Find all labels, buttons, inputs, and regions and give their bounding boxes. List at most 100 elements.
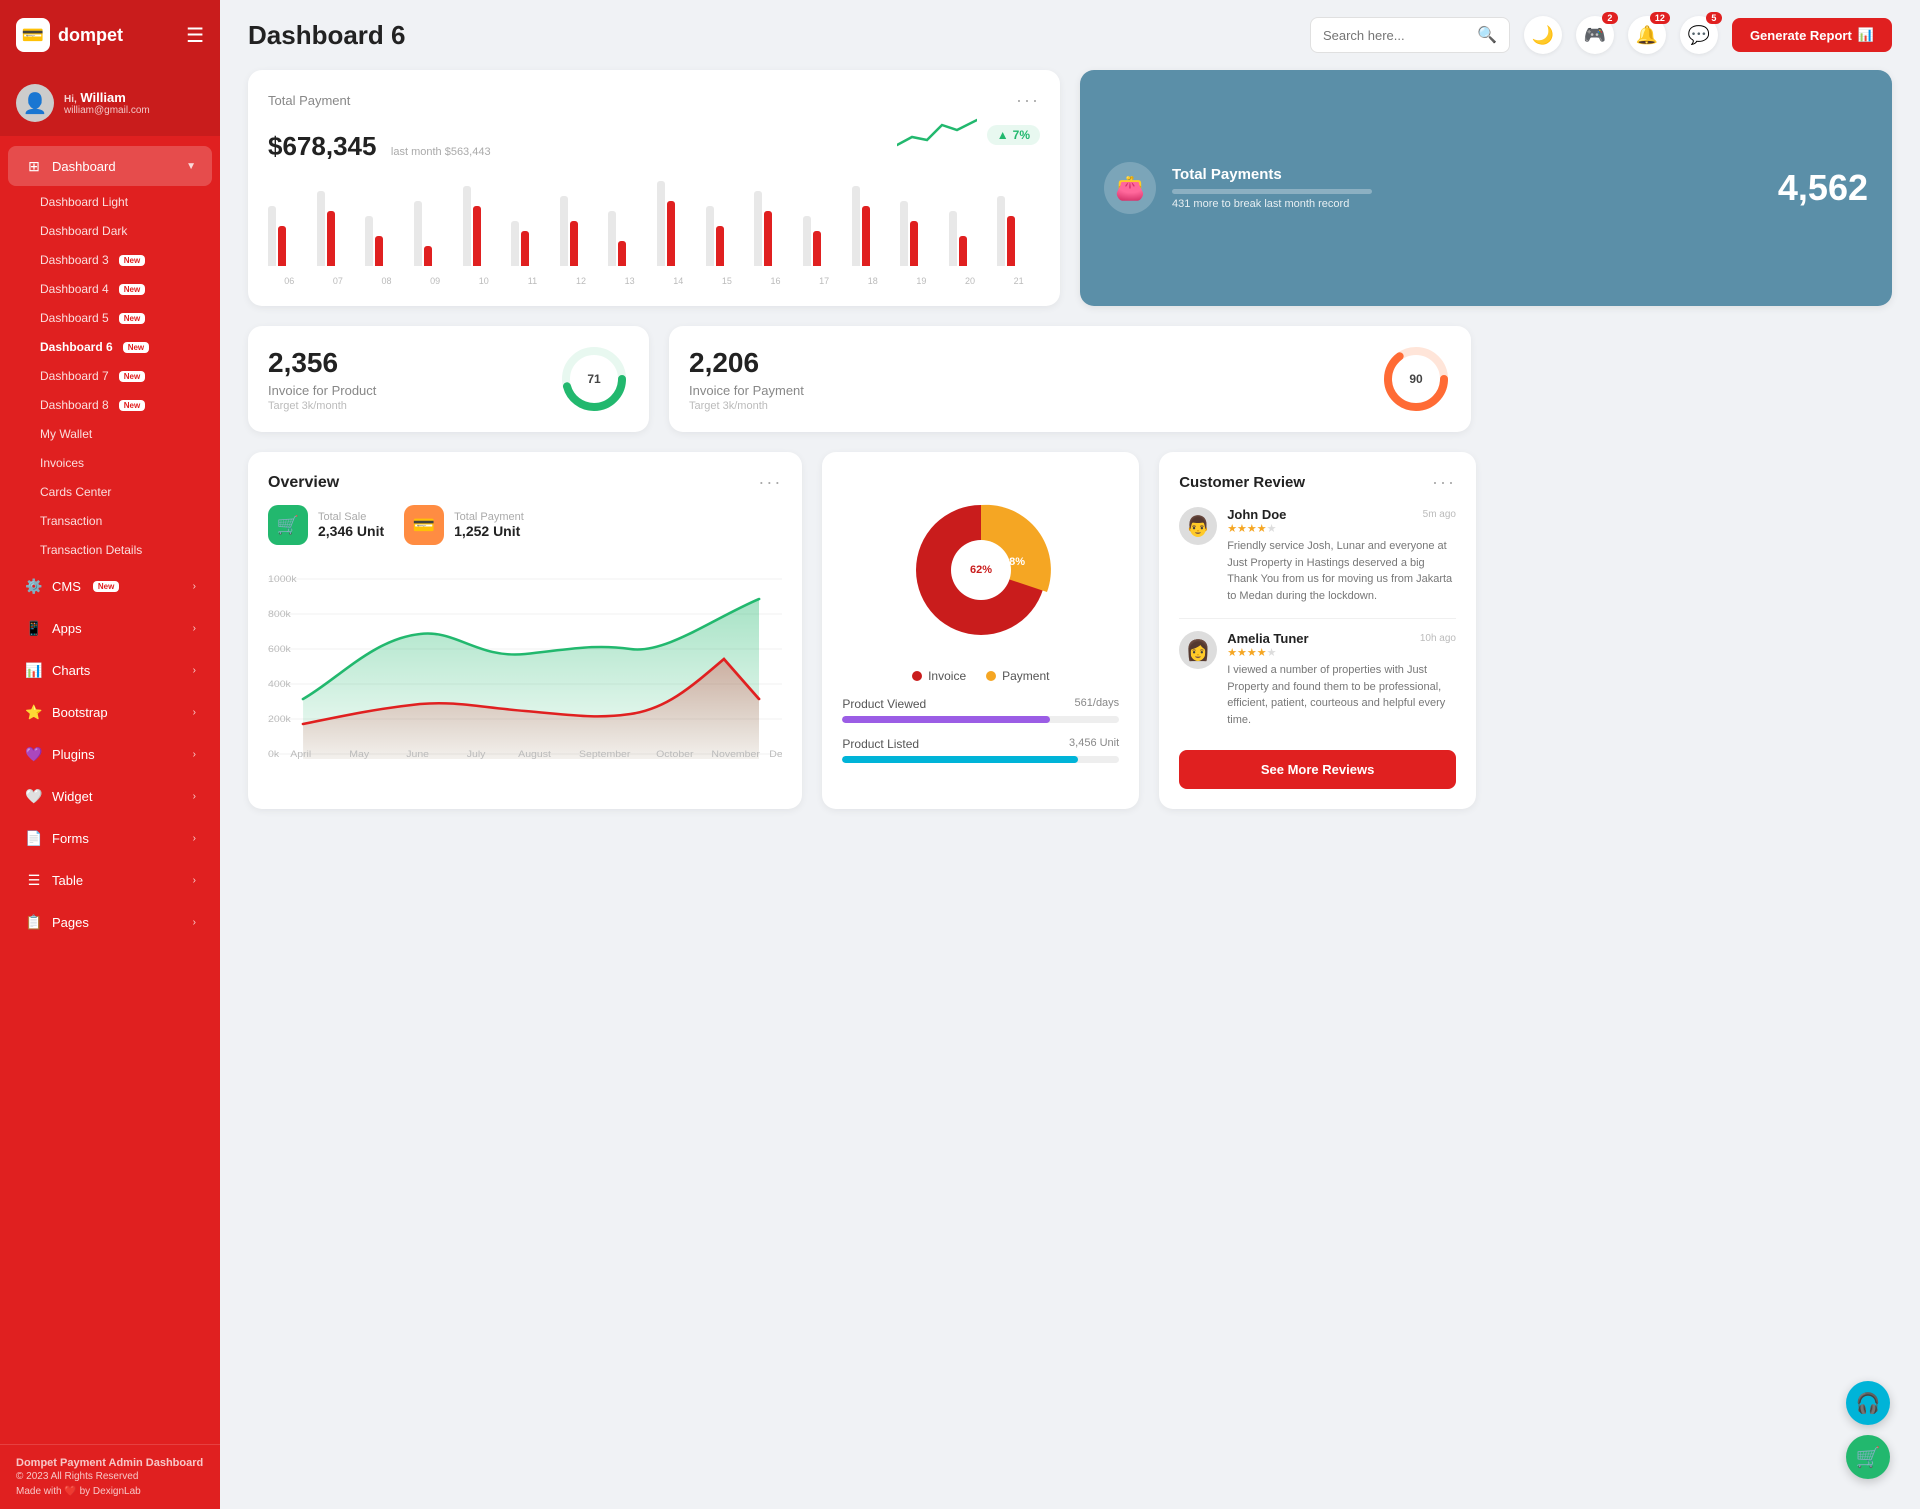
- subnav-transaction[interactable]: Transaction: [24, 507, 212, 535]
- svg-text:May: May: [349, 750, 369, 759]
- widget-icon: 🤍: [24, 786, 44, 806]
- subnav-cards-center[interactable]: Cards Center: [24, 478, 212, 506]
- bar-x-label: 17: [803, 276, 846, 286]
- overview-more-button[interactable]: ···: [758, 472, 782, 493]
- sidebar: 💳 dompet ☰ 👤 Hi, William william@gmail.c…: [0, 0, 220, 1509]
- subnav-dashboard-7[interactable]: Dashboard 7 New: [24, 362, 212, 390]
- chevron-right-icon: ›: [193, 791, 196, 802]
- chevron-down-icon: ▼: [186, 161, 196, 172]
- footer-made: Made with ❤️ by DexignLab: [16, 1486, 204, 1497]
- subnav-transaction-details[interactable]: Transaction Details: [24, 536, 212, 564]
- subnav-dashboard-dark[interactable]: Dashboard Dark: [24, 217, 212, 245]
- see-more-reviews-button[interactable]: See More Reviews: [1179, 750, 1456, 789]
- generate-report-button[interactable]: Generate Report 📊: [1732, 18, 1892, 52]
- sidebar-logo: 💳 dompet ☰: [0, 0, 220, 70]
- notifications-badge: 12: [1650, 12, 1670, 24]
- donut-percent: 90: [1409, 372, 1422, 386]
- svg-text:August: August: [518, 750, 551, 759]
- page-title: Dashboard 6: [248, 20, 406, 51]
- svg-text:July: July: [467, 750, 486, 759]
- sidebar-item-charts[interactable]: 📊 Charts ›: [8, 650, 212, 690]
- sidebar-item-cms[interactable]: ⚙️ CMS New ›: [8, 566, 212, 606]
- sidebar-item-plugins[interactable]: 💜 Plugins ›: [8, 734, 212, 774]
- bar-group: [414, 201, 457, 266]
- total-payment-icon: 💳: [404, 505, 444, 545]
- chevron-right-icon: ›: [193, 917, 196, 928]
- svg-text:April: April: [290, 750, 311, 759]
- invoice-payment-label: Invoice for Payment: [689, 383, 804, 398]
- bar-x-label: 06: [268, 276, 311, 286]
- apps-button[interactable]: 🎮 2: [1576, 16, 1614, 54]
- messages-button[interactable]: 💬 5: [1680, 16, 1718, 54]
- new-badge: New: [93, 581, 119, 592]
- footer-brand: Dompet Payment Admin Dashboard: [16, 1457, 204, 1469]
- pie-chart: 62% 38%: [896, 485, 1066, 655]
- sidebar-item-bootstrap[interactable]: ⭐ Bootstrap ›: [8, 692, 212, 732]
- bar-red: [618, 241, 626, 266]
- apps-label: Apps: [52, 621, 82, 636]
- subnav-invoices[interactable]: Invoices: [24, 449, 212, 477]
- product-listed-value: 3,456 Unit: [1069, 737, 1119, 751]
- pie-legend: Invoice Payment: [912, 669, 1049, 683]
- banner-value: 4,562: [1778, 167, 1868, 209]
- bar-red: [473, 206, 481, 266]
- chevron-right-icon: ›: [193, 623, 196, 634]
- bar-gray: [317, 191, 325, 266]
- bar-x-label: 12: [560, 276, 603, 286]
- top-grid: Total Payment ··· $678,345 last month $5…: [248, 70, 1892, 306]
- floating-buttons: 🎧 🛒: [1846, 1381, 1890, 1479]
- subnav-dashboard-8[interactable]: Dashboard 8 New: [24, 391, 212, 419]
- bar-group: [900, 201, 943, 266]
- avatar: 👤: [16, 84, 54, 122]
- total-sale-value: 2,346 Unit: [318, 523, 384, 539]
- new-badge: New: [119, 371, 145, 382]
- sidebar-item-dashboard[interactable]: ⊞ Dashboard ▼: [8, 146, 212, 186]
- invoice-product-label: Invoice for Product: [268, 383, 376, 398]
- review-more-button[interactable]: ···: [1432, 472, 1456, 493]
- bar-red: [764, 211, 772, 266]
- review-text-2: I viewed a number of properties with Jus…: [1227, 662, 1456, 728]
- total-payment-amount: $678,345: [268, 131, 376, 161]
- subnav-dashboard-3[interactable]: Dashboard 3 New: [24, 246, 212, 274]
- reviewer-avatar-1: 👨: [1179, 507, 1217, 545]
- trend-badge: ▲ 7%: [987, 125, 1040, 145]
- reviewer-name-2: Amelia Tuner: [1227, 631, 1308, 646]
- sidebar-item-table[interactable]: ☰ Table ›: [8, 860, 212, 900]
- search-box[interactable]: 🔍: [1310, 17, 1510, 53]
- support-float-button[interactable]: 🎧: [1846, 1381, 1890, 1425]
- dark-mode-icon: 🌙: [1532, 25, 1554, 46]
- cart-float-button[interactable]: 🛒: [1846, 1435, 1890, 1479]
- banner-progress: [1172, 189, 1372, 194]
- search-input[interactable]: [1323, 28, 1469, 43]
- invoice-product-number: 2,356: [268, 347, 376, 379]
- bar-red: [327, 211, 335, 266]
- bar-group: [608, 211, 651, 266]
- subnav-dashboard-5[interactable]: Dashboard 5 New: [24, 304, 212, 332]
- bar-gray: [803, 216, 811, 266]
- sidebar-item-apps[interactable]: 📱 Apps ›: [8, 608, 212, 648]
- subnav-dashboard-light[interactable]: Dashboard Light: [24, 188, 212, 216]
- subnav-my-wallet[interactable]: My Wallet: [24, 420, 212, 448]
- subnav-label: Dashboard 4: [40, 282, 109, 296]
- dashboard-subnav: Dashboard Light Dashboard Dark Dashboard…: [0, 188, 220, 564]
- dark-mode-button[interactable]: 🌙: [1524, 16, 1562, 54]
- subnav-label: My Wallet: [40, 427, 92, 441]
- new-badge: New: [119, 313, 145, 324]
- overview-title: Overview: [268, 474, 339, 492]
- sidebar-item-forms[interactable]: 📄 Forms ›: [8, 818, 212, 858]
- hamburger-icon[interactable]: ☰: [186, 23, 204, 48]
- bar-red: [570, 221, 578, 266]
- subnav-dashboard-6[interactable]: Dashboard 6 New: [24, 333, 212, 361]
- subnav-dashboard-4[interactable]: Dashboard 4 New: [24, 275, 212, 303]
- notifications-button[interactable]: 🔔 12: [1628, 16, 1666, 54]
- dashboard-label: Dashboard: [52, 159, 116, 174]
- sidebar-item-pages[interactable]: 📋 Pages ›: [8, 902, 212, 942]
- sidebar-item-widget[interactable]: 🤍 Widget ›: [8, 776, 212, 816]
- svg-text:600k: 600k: [268, 645, 291, 655]
- bar-x-label: 13: [608, 276, 651, 286]
- bar-x-label: 15: [706, 276, 749, 286]
- total-payment-title: Total Payment: [268, 93, 350, 108]
- more-options-button[interactable]: ···: [1016, 90, 1040, 111]
- invoice-legend-label: Invoice: [928, 669, 966, 683]
- user-info: Hi, William william@gmail.com: [64, 90, 150, 116]
